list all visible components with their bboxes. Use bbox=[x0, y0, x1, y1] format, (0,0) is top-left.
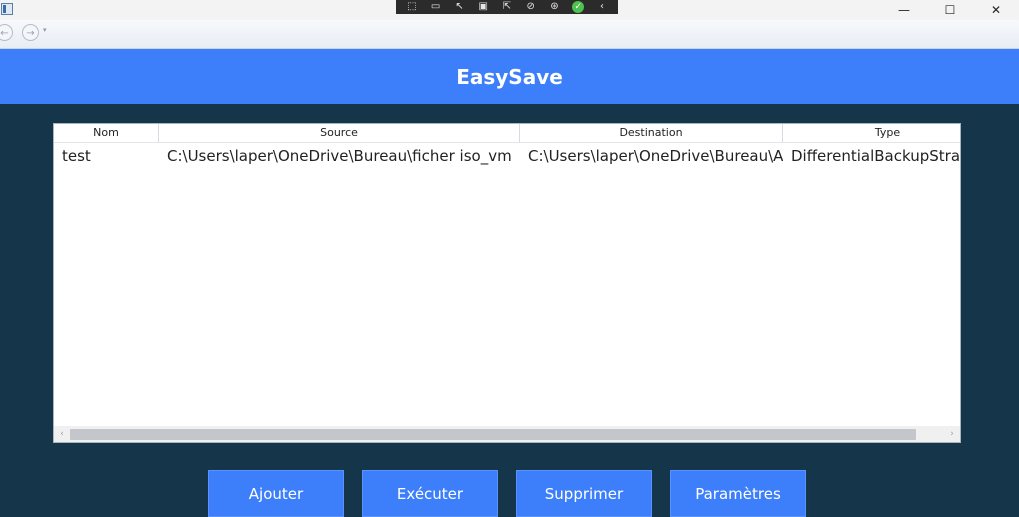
layout-adorner-icon[interactable]: ▣ bbox=[477, 2, 489, 12]
execute-button[interactable]: Exécuter bbox=[362, 470, 498, 517]
column-header-type[interactable]: Type bbox=[783, 124, 960, 142]
scroll-left-icon[interactable]: ‹ bbox=[54, 426, 70, 442]
xaml-debug-toolbar: ⬚ ▭ ↖ ▣ ⇱ ⊘ ⊛ ✓ ‹ bbox=[396, 0, 618, 14]
accessibility-icon[interactable]: ⊛ bbox=[548, 2, 560, 12]
add-button[interactable]: Ajouter bbox=[208, 470, 344, 517]
live-visual-tree-icon[interactable]: ▭ bbox=[430, 2, 442, 12]
settings-button[interactable]: Paramètres bbox=[670, 470, 806, 517]
table-row[interactable]: test C:\Users\laper\OneDrive\Bureau\fich… bbox=[54, 144, 961, 168]
cell-type: DifferentialBackupStrategy bbox=[791, 147, 961, 165]
delete-button[interactable]: Supprimer bbox=[516, 470, 652, 517]
window-controls: — ☐ ✕ bbox=[881, 0, 1019, 20]
forward-button[interactable]: → bbox=[22, 24, 39, 41]
app-header: EasySave bbox=[0, 49, 1019, 104]
page-title: EasySave bbox=[456, 64, 563, 89]
grid-header: Nom Source Destination Type bbox=[54, 124, 960, 143]
cell-destination: C:\Users\laper\OneDrive\Bureau\A bbox=[528, 147, 783, 165]
column-header-nom[interactable]: Nom bbox=[54, 124, 159, 142]
navigation-bar: ← → ▾ bbox=[0, 20, 1019, 49]
minimize-button[interactable]: — bbox=[881, 0, 927, 20]
scrollbar-thumb[interactable] bbox=[70, 429, 916, 440]
select-element-icon[interactable]: ⬚ bbox=[406, 2, 418, 12]
column-header-destination[interactable]: Destination bbox=[520, 124, 783, 142]
close-button[interactable]: ✕ bbox=[973, 0, 1019, 20]
cell-source: C:\Users\laper\OneDrive\Bureau\ficher is… bbox=[167, 147, 512, 165]
maximize-button[interactable]: ☐ bbox=[927, 0, 973, 20]
app-icon bbox=[1, 3, 13, 15]
backup-jobs-grid[interactable]: Nom Source Destination Type test C:\User… bbox=[53, 123, 961, 443]
column-header-source[interactable]: Source bbox=[159, 124, 520, 142]
back-button[interactable]: ← bbox=[0, 24, 13, 41]
binding-check-icon[interactable]: ✓ bbox=[572, 1, 585, 13]
cell-nom: test bbox=[62, 147, 91, 165]
hot-reload-icon[interactable]: ⊘ bbox=[525, 2, 537, 12]
collapse-chevron-icon[interactable]: ‹ bbox=[596, 2, 608, 12]
horizontal-scrollbar[interactable]: ‹ › bbox=[54, 426, 960, 442]
scroll-right-icon[interactable]: › bbox=[944, 426, 960, 442]
track-focus-icon[interactable]: ⇱ bbox=[501, 2, 513, 12]
title-bar: ⬚ ▭ ↖ ▣ ⇱ ⊘ ⊛ ✓ ‹ — ☐ ✕ bbox=[0, 0, 1019, 20]
history-dropdown-icon[interactable]: ▾ bbox=[43, 26, 47, 34]
pointer-icon[interactable]: ↖ bbox=[453, 2, 465, 12]
